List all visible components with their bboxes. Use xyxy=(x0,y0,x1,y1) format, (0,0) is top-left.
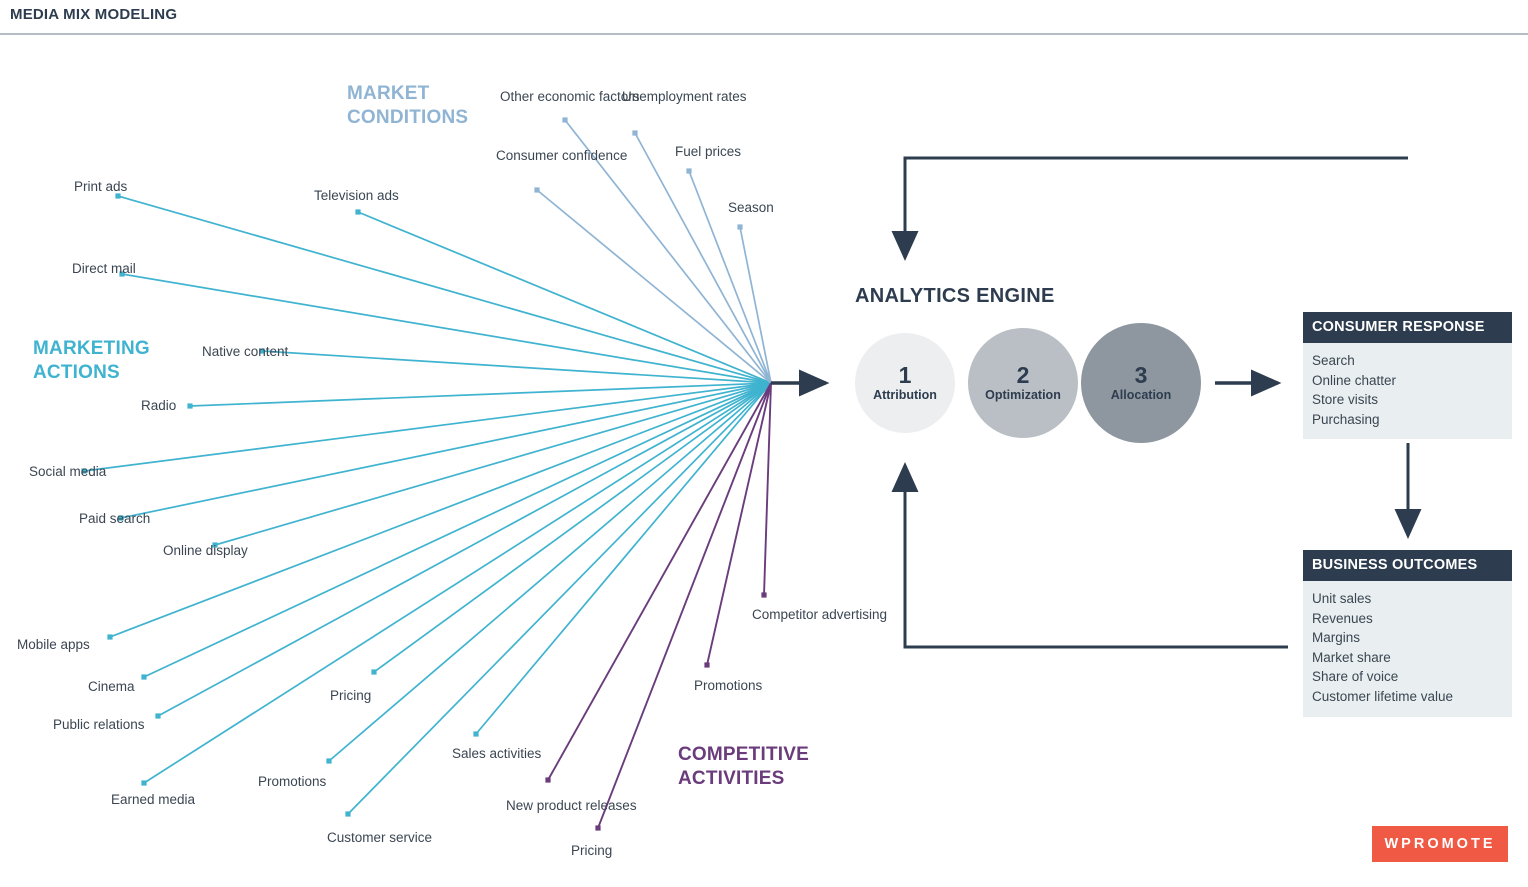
panel-business-outcomes-title: BUSINESS OUTCOMES xyxy=(1303,550,1512,581)
group-label-competitive-activities: COMPETITIVE ACTIVITIES xyxy=(678,744,809,789)
group-label-marketing-actions: MARKETING ACTIONS xyxy=(33,338,150,383)
input-node-print-ads: Print ads xyxy=(74,179,128,194)
engine-step-caption: Allocation xyxy=(1110,388,1172,402)
input-node-pricing: Pricing xyxy=(330,688,372,703)
engine-step-number: 3 xyxy=(1134,362,1148,388)
engine-step-caption: Optimization xyxy=(985,388,1061,402)
panel-consumer-response-title: CONSUMER RESPONSE xyxy=(1303,312,1512,343)
list-item: Customer lifetime value xyxy=(1312,688,1454,704)
wpromote-logo: WPROMOTE xyxy=(1372,826,1508,862)
connector-line xyxy=(739,226,772,384)
input-node-pricing: Pricing xyxy=(571,843,613,858)
connector-endpoint xyxy=(187,403,193,409)
engine-step-number: 2 xyxy=(1016,362,1030,388)
input-node-promotions: Promotions xyxy=(258,774,327,789)
connector-line xyxy=(157,382,772,717)
connector-line xyxy=(536,189,772,384)
input-node-customer-service: Customer service xyxy=(327,830,433,845)
input-node-cinema: Cinema xyxy=(88,679,135,694)
engine-step-number: 1 xyxy=(898,362,912,388)
connector-line xyxy=(143,382,772,678)
connector-endpoint xyxy=(534,187,540,193)
input-node-new-product-releases: New product releases xyxy=(506,798,637,813)
connector-endpoint xyxy=(562,117,568,123)
engine-step-optimization: 2 Optimization xyxy=(968,328,1078,438)
engine-step-allocation: 3 Allocation xyxy=(1081,323,1201,443)
panel-business-outcomes: BUSINESS OUTCOMES Unit sales Revenues Marg… xyxy=(1303,550,1512,717)
input-node-mobile-apps: Mobile apps xyxy=(17,637,90,652)
input-node-online-display: Online display xyxy=(163,543,248,558)
panel-consumer-response: CONSUMER RESPONSE Search Online chatter St… xyxy=(1303,312,1512,440)
connector-line xyxy=(634,132,772,384)
input-node-direct-mail: Direct mail xyxy=(72,261,136,276)
input-rays xyxy=(81,117,772,831)
connector-line xyxy=(214,382,772,546)
connector-endpoint xyxy=(473,731,479,737)
connector-line xyxy=(763,382,772,596)
connector-endpoint xyxy=(371,669,377,675)
connector-endpoint xyxy=(737,224,743,230)
group-label-market-conditions: MARKET CONDITIONS xyxy=(347,83,469,128)
input-node-earned-media: Earned media xyxy=(111,792,196,807)
connector-endpoint xyxy=(632,130,638,136)
input-node-social-media: Social media xyxy=(29,464,107,479)
input-node-season: Season xyxy=(728,200,774,215)
connector-endpoint xyxy=(141,780,147,786)
feedback-loop-bottom xyxy=(891,462,1288,649)
input-node-radio: Radio xyxy=(141,398,177,413)
connector-endpoint xyxy=(155,713,161,719)
panel-business-outcomes-list: Unit sales Revenues Margins Market share Sha… xyxy=(1303,581,1512,717)
engine-step-caption: Attribution xyxy=(873,388,937,402)
connector-line xyxy=(109,382,772,638)
list-item: Purchasing xyxy=(1312,411,1380,427)
connector-endpoint xyxy=(326,758,332,764)
input-node-promotions: Promotions xyxy=(694,678,763,693)
diagram-canvas: MEDIA MIX MODELING MARKETING ACTIONS MAR… xyxy=(0,0,1528,887)
input-node-native-content: Native content xyxy=(202,344,289,359)
list-item: Store visits xyxy=(1312,392,1379,408)
connector-endpoint xyxy=(595,825,601,831)
list-item: Unit sales xyxy=(1312,591,1372,606)
panel-consumer-response-list: Search Online chatter Store visits Purchasi… xyxy=(1303,343,1512,440)
input-node-public-relations: Public relations xyxy=(53,717,145,732)
connector-endpoint xyxy=(345,811,351,817)
input-node-competitor-advertising: Competitor advertising xyxy=(752,607,888,622)
connector-endpoint xyxy=(704,662,710,668)
input-node-sales-activities: Sales activities xyxy=(452,746,542,761)
list-item: Share of voice xyxy=(1312,669,1399,685)
connector-line xyxy=(357,211,772,384)
list-item: Search xyxy=(1312,353,1355,368)
list-item: Market share xyxy=(1312,649,1391,665)
connector-endpoint xyxy=(141,674,147,680)
engine-step-attribution: 1 Attribution xyxy=(855,333,955,433)
input-node-other-economic-factors: Other economic factors xyxy=(500,89,640,104)
connector-endpoint xyxy=(686,168,692,174)
feedback-loop-top xyxy=(891,156,1408,261)
input-node-fuel-prices: Fuel prices xyxy=(675,144,742,159)
connector-line xyxy=(261,350,772,384)
input-node-consumer-confidence: Consumer confidence xyxy=(496,148,628,163)
list-item: Online chatter xyxy=(1312,372,1397,388)
connector-line xyxy=(547,382,772,781)
connector-endpoint xyxy=(545,777,551,783)
connector-line xyxy=(143,382,772,784)
connector-endpoint xyxy=(761,592,767,598)
analytics-engine-title: ANALYTICS ENGINE xyxy=(855,285,1055,307)
input-node-paid-search: Paid search xyxy=(79,511,151,526)
input-node-unemployment-rates: Unemployment rates xyxy=(622,89,747,104)
connector-line xyxy=(328,382,772,762)
input-node-television-ads: Television ads xyxy=(314,188,399,203)
list-item: Revenues xyxy=(1312,610,1373,626)
connector-endpoint xyxy=(355,209,361,215)
list-item: Margins xyxy=(1312,630,1361,646)
connector-endpoint xyxy=(107,634,113,640)
